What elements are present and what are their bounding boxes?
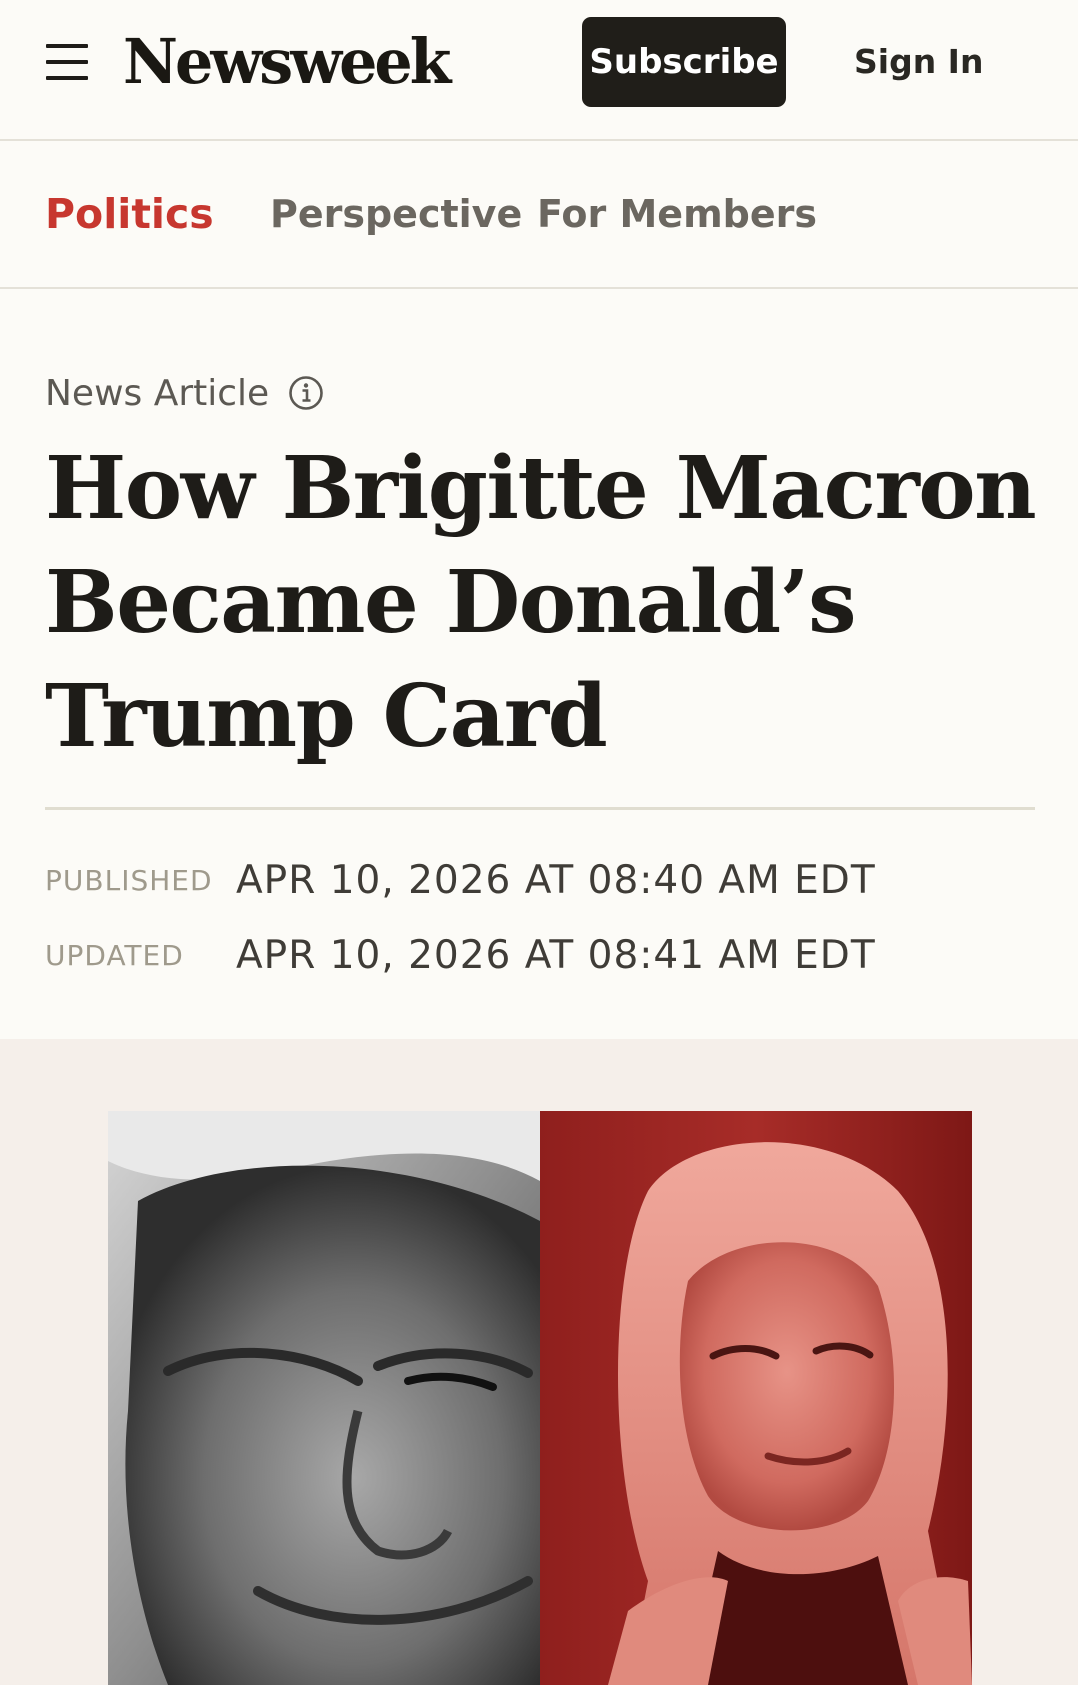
updated-date: APR 10, 2026 AT 08:41 AM EDT [236, 933, 876, 978]
nav-item-perspective[interactable]: Perspective [270, 141, 522, 287]
updated-label: UPDATED [45, 939, 184, 972]
article-type-label: News Article [45, 373, 270, 414]
info-icon[interactable] [288, 375, 324, 411]
header-divider [45, 807, 1035, 810]
site-header: Newsweek Subscribe Sign In [0, 0, 1078, 141]
published-label: PUBLISHED [45, 864, 213, 897]
published-date: APR 10, 2026 AT 08:40 AM EDT [236, 858, 876, 903]
section-nav: Politics Perspective For Members [0, 141, 1078, 289]
article-headline: How Brigitte Macron Became Donald’s Trum… [45, 438, 1037, 767]
sign-in-button[interactable]: Sign In [854, 17, 983, 107]
newsweek-logo[interactable]: Newsweek [123, 24, 451, 100]
subscribe-button[interactable]: Subscribe [582, 17, 786, 107]
nav-item-for-members[interactable]: For Members [537, 141, 817, 287]
hero-image[interactable] [108, 1111, 972, 1685]
hamburger-menu-icon[interactable] [46, 44, 90, 80]
nav-item-politics[interactable]: Politics [45, 141, 214, 287]
